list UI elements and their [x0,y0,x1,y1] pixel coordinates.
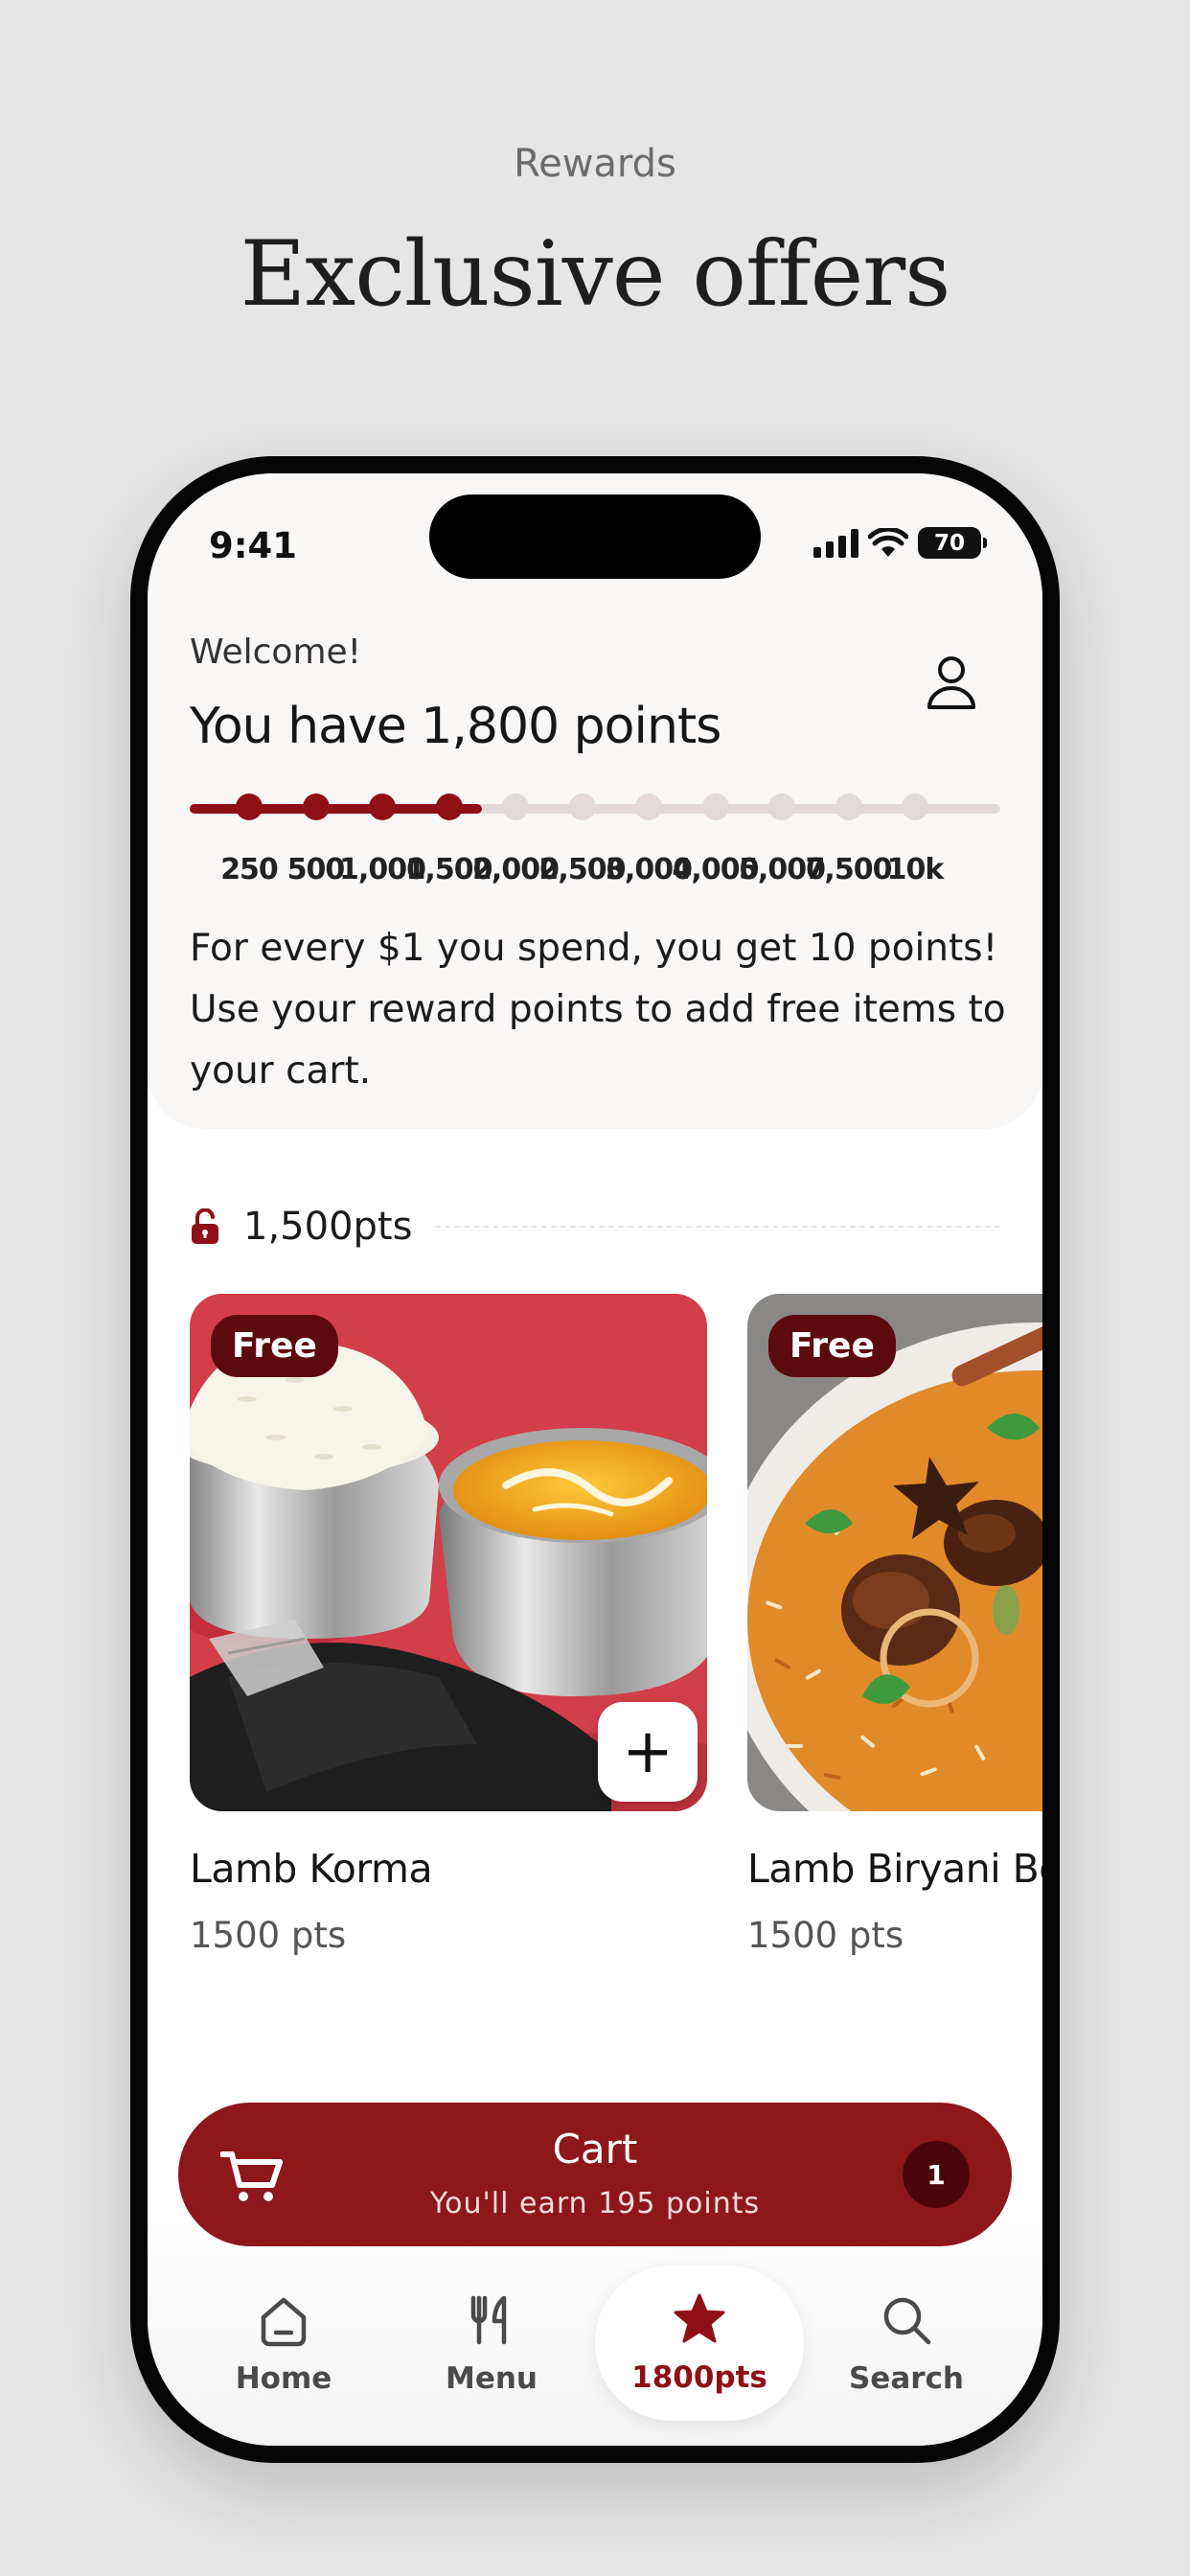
status-icons: 70 [813,527,987,559]
home-icon [261,2297,307,2347]
wifi-icon [868,527,908,557]
milestone-dot [435,794,463,820]
reward-item-card-lamb-korma[interactable]: Free + [190,1294,707,1811]
tab-search[interactable]: Search [811,2267,1002,2421]
tab-home[interactable]: Home [188,2267,379,2421]
milestone-dot [902,794,928,820]
milestone-dot [302,794,330,820]
cart-count-badge: 1 [903,2141,970,2208]
tier-divider [435,1226,1000,1228]
status-time: 9:41 [209,525,298,566]
battery-icon: 70 [918,527,987,559]
milestone-label: 10k [886,853,945,886]
app-screen: 9:41 70 Welcome! You have 1,800 points 2… [148,473,1042,2446]
unlocked-padlock-icon [192,1208,218,1244]
welcome-text: Welcome! [190,632,362,672]
person-icon[interactable] [926,654,977,711]
tab-rewards[interactable]: 1800pts [595,2266,804,2421]
tab-label: 1800pts [631,2360,767,2395]
milestone-dot [236,794,263,820]
signal-icon [813,528,858,558]
milestone-label: 7,500 [805,853,893,886]
milestone-dot [635,794,662,820]
search-icon [883,2297,931,2345]
fork-knife-icon [470,2295,507,2345]
tab-bar: Home Menu 1800pts Search [148,2266,1042,2430]
tier-label: 1,500pts [243,1205,413,1249]
rewards-description: For every $1 you spend, you get 10 point… [190,927,1006,1092]
cart-earn-points: You'll earn 195 points [429,2187,761,2220]
cart-label: Cart [552,2126,638,2173]
milestone-dot [768,794,795,820]
milestone-dot [835,794,862,820]
star-icon [674,2293,725,2343]
tier-header: 1,500pts [190,1198,1000,1255]
item-name: Lamb Biryani Bowl [747,1846,1042,1892]
add-to-cart-button[interactable]: + [598,1702,698,1802]
milestone-dot [701,794,729,820]
tab-menu[interactable]: Menu [396,2267,587,2421]
points-balance: You have 1,800 points [190,698,721,755]
promo-headline: Exclusive offers [240,222,951,327]
free-badge: Free [211,1315,338,1377]
phone-frame: 9:41 70 Welcome! You have 1,800 points 2… [130,456,1060,2463]
milestone-dot [502,794,529,820]
tab-label: Search [848,2361,964,2396]
milestone-dot [568,794,596,820]
promo-eyebrow: Rewards [514,142,676,186]
tab-label: Home [235,2361,332,2396]
free-badge: Free [768,1315,896,1377]
tab-label: Menu [445,2361,538,2396]
milestone-dot [369,794,396,820]
reward-item-card-lamb-biryani[interactable]: Free [747,1294,1042,1811]
item-points: 1500 pts [190,1915,347,1956]
item-name: Lamb Korma [190,1846,433,1892]
milestone-label: 500 [286,853,346,886]
milestone-label: 250 [220,853,279,886]
item-points: 1500 pts [747,1915,904,1956]
dynamic-island [429,494,761,579]
cart-button[interactable]: Cart You'll earn 195 points 1 [178,2103,1012,2246]
points-summary-card: 9:41 70 Welcome! You have 1,800 points 2… [148,473,1042,1129]
